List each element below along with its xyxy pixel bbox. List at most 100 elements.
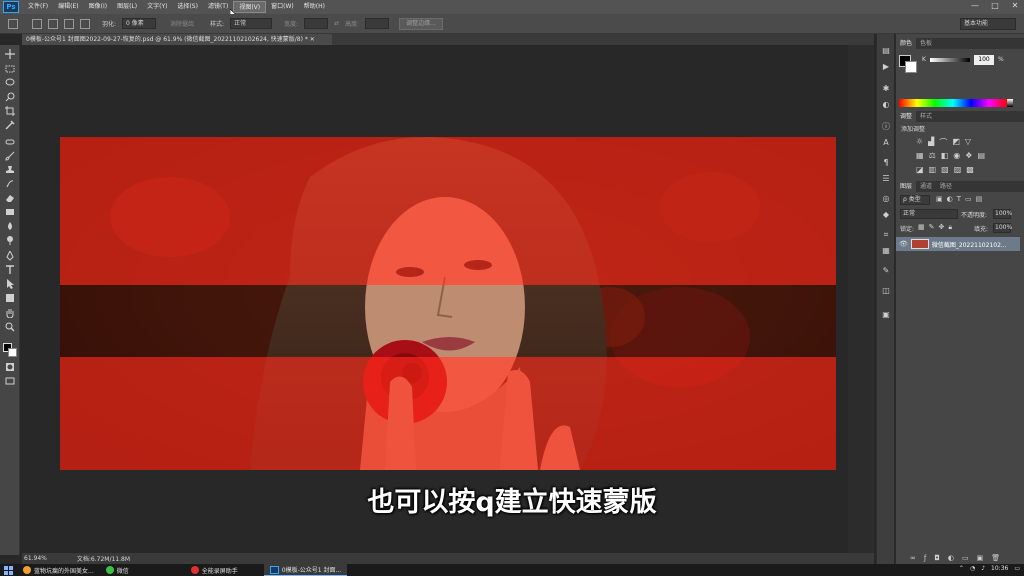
gradient-map-icon[interactable]: ▨ — [954, 165, 962, 175]
minimize-button[interactable]: — — [970, 1, 980, 11]
tab-adjustments[interactable]: 调整 — [896, 111, 917, 122]
fx-icon[interactable]: ƒ — [924, 554, 926, 562]
antialias-checkbox[interactable]: 消除锯齿 — [170, 19, 194, 28]
menu-help[interactable]: 帮助(H) — [299, 1, 330, 13]
lock-move-icon[interactable]: ✥ — [939, 223, 945, 233]
eraser-tool-icon[interactable] — [5, 193, 15, 203]
color-bw-ramp[interactable] — [1007, 99, 1013, 107]
levels-icon[interactable]: ▟ — [928, 137, 934, 147]
quick-mask-icon[interactable] — [5, 362, 15, 372]
layer-filter-select[interactable]: ρ 类型 — [900, 195, 930, 205]
filter-pixel-icon[interactable]: ▣ — [936, 195, 943, 205]
mask-icon[interactable]: ◘ — [934, 554, 940, 562]
crop-tool-icon[interactable] — [5, 106, 15, 116]
layer-comps-icon[interactable]: ◫ — [881, 286, 891, 296]
add-selection-icon[interactable] — [48, 18, 58, 29]
swap-icon[interactable]: ⇄ — [334, 20, 339, 27]
tab-layers[interactable]: 图层 — [896, 181, 917, 192]
eye-icon[interactable]: 👁︎ — [899, 240, 908, 248]
swatch-panel-icon[interactable]: ▣ — [881, 310, 891, 320]
filter-smart-icon[interactable]: ▤ — [976, 195, 983, 205]
zoom-tool-icon[interactable] — [5, 322, 15, 332]
document-image[interactable] — [60, 137, 836, 470]
menu-layer[interactable]: 图层(L) — [112, 1, 142, 13]
menu-window[interactable]: 窗口(W) — [266, 1, 299, 13]
navigator-icon[interactable]: ◎ — [881, 194, 891, 204]
menu-image[interactable]: 图像(I) — [84, 1, 112, 13]
filter-shape-icon[interactable]: ▭ — [965, 195, 972, 205]
menu-type[interactable]: 文字(Y) — [142, 1, 172, 13]
threshold-icon[interactable]: ▧ — [941, 165, 949, 175]
new-selection-icon[interactable] — [32, 18, 42, 29]
clone-source-icon[interactable]: ◐ — [881, 100, 891, 110]
posterize-icon[interactable]: ▥ — [929, 165, 937, 175]
menu-view[interactable]: 视图(V) — [233, 1, 267, 13]
blend-mode-select[interactable]: 正常 — [900, 209, 958, 219]
screen-mode-icon[interactable] — [5, 376, 15, 386]
invert-icon[interactable]: ◪ — [916, 165, 924, 175]
marquee-tool-icon[interactable] — [5, 64, 15, 74]
selective-color-icon[interactable]: ▩ — [966, 165, 974, 175]
hue-icon[interactable]: ▦ — [916, 151, 924, 161]
fill-input[interactable]: 100% — [993, 223, 1012, 233]
taskbar-item-wechat[interactable]: 微信 — [100, 564, 135, 576]
lock-pixels-icon[interactable]: ▦ — [918, 223, 925, 233]
lock-brush-icon[interactable]: ✎ — [929, 223, 935, 233]
blur-tool-icon[interactable] — [5, 221, 15, 231]
layer-name[interactable]: 微信截图_20221102102... — [932, 240, 1007, 249]
exposure-icon[interactable]: ◩ — [952, 137, 960, 147]
notes-icon[interactable]: ✎ — [881, 266, 891, 276]
lock-all-icon[interactable]: 🔒︎ — [948, 223, 952, 233]
adjust-layer-icon[interactable]: ◐ — [948, 554, 954, 562]
shape-tool-icon[interactable] — [5, 293, 15, 303]
layer-row[interactable]: 👁︎ 微信截图_20221102102... — [896, 237, 1020, 251]
vibrance-icon[interactable]: ▽ — [965, 137, 971, 147]
move-tool-icon[interactable] — [5, 49, 15, 59]
tab-paths[interactable]: 路径 — [936, 181, 956, 192]
taskbar-item-photoshop[interactable]: 0模板-公众号1 封面... — [263, 564, 348, 576]
tab-channels[interactable]: 通道 — [916, 181, 936, 192]
character-icon[interactable]: A — [881, 138, 891, 148]
lookup-icon[interactable]: ▤ — [977, 151, 985, 161]
color-spectrum-bar[interactable] — [899, 99, 1007, 107]
tab-color[interactable]: 颜色 — [896, 38, 917, 49]
taskbar-item-recorder[interactable]: 全能录屏助手 — [185, 564, 244, 576]
width-input[interactable] — [304, 18, 329, 29]
marquee-tool-preset-icon[interactable] — [8, 18, 18, 29]
measure-icon[interactable]: ⌗ — [881, 230, 891, 240]
tray-up-arrow-icon[interactable]: ⌃ — [959, 565, 964, 572]
height-input[interactable] — [365, 18, 390, 29]
eyedropper-tool-icon[interactable] — [5, 120, 15, 130]
menu-edit[interactable]: 编辑(E) — [53, 1, 83, 13]
curves-icon[interactable]: ⌒ — [939, 137, 947, 147]
filter-adjust-icon[interactable]: ◐ — [947, 195, 953, 205]
path-selection-tool-icon[interactable] — [5, 279, 15, 289]
intersect-selection-icon[interactable] — [80, 18, 90, 29]
history-brush-tool-icon[interactable] — [5, 179, 15, 189]
volume-icon[interactable]: ♪ — [981, 565, 985, 572]
type-tool-icon[interactable] — [5, 265, 15, 275]
feather-input[interactable]: 0 像素 — [122, 18, 157, 29]
close-button[interactable]: ✕ — [1010, 1, 1020, 11]
document-size[interactable]: 文档:6.72M/11.8M — [77, 554, 130, 563]
start-button[interactable] — [0, 564, 17, 576]
tab-swatches[interactable]: 色板 — [916, 38, 936, 49]
balance-icon[interactable]: ⚖ — [929, 151, 936, 161]
bw-icon[interactable]: ◧ — [941, 151, 949, 161]
timeline-icon[interactable]: ▦ — [881, 246, 891, 256]
network-icon[interactable]: ◔ — [970, 565, 975, 572]
healing-brush-tool-icon[interactable] — [5, 137, 15, 147]
mixer-icon[interactable]: ❖ — [965, 151, 972, 161]
history-icon[interactable]: ▤ — [881, 46, 891, 56]
gradient-tool-icon[interactable] — [5, 207, 15, 217]
menu-select[interactable]: 选择(S) — [172, 1, 203, 13]
zoom-level[interactable]: 61.94% — [24, 555, 47, 562]
clock[interactable]: 10:36 — [991, 565, 1008, 572]
document-tab[interactable]: 0模板-公众号1 封面图2022-09-27-恢复的.psd @ 61.9% (… — [22, 34, 332, 45]
menu-file[interactable]: 文件(F) — [23, 1, 53, 13]
link-icon[interactable]: ∞ — [910, 554, 916, 562]
refine-edge-button[interactable]: 调整边缘... — [399, 17, 443, 30]
panel-background-swatch[interactable] — [905, 61, 917, 73]
brush-preset-icon[interactable]: ✱ — [881, 84, 891, 94]
dodge-tool-icon[interactable] — [5, 235, 15, 245]
